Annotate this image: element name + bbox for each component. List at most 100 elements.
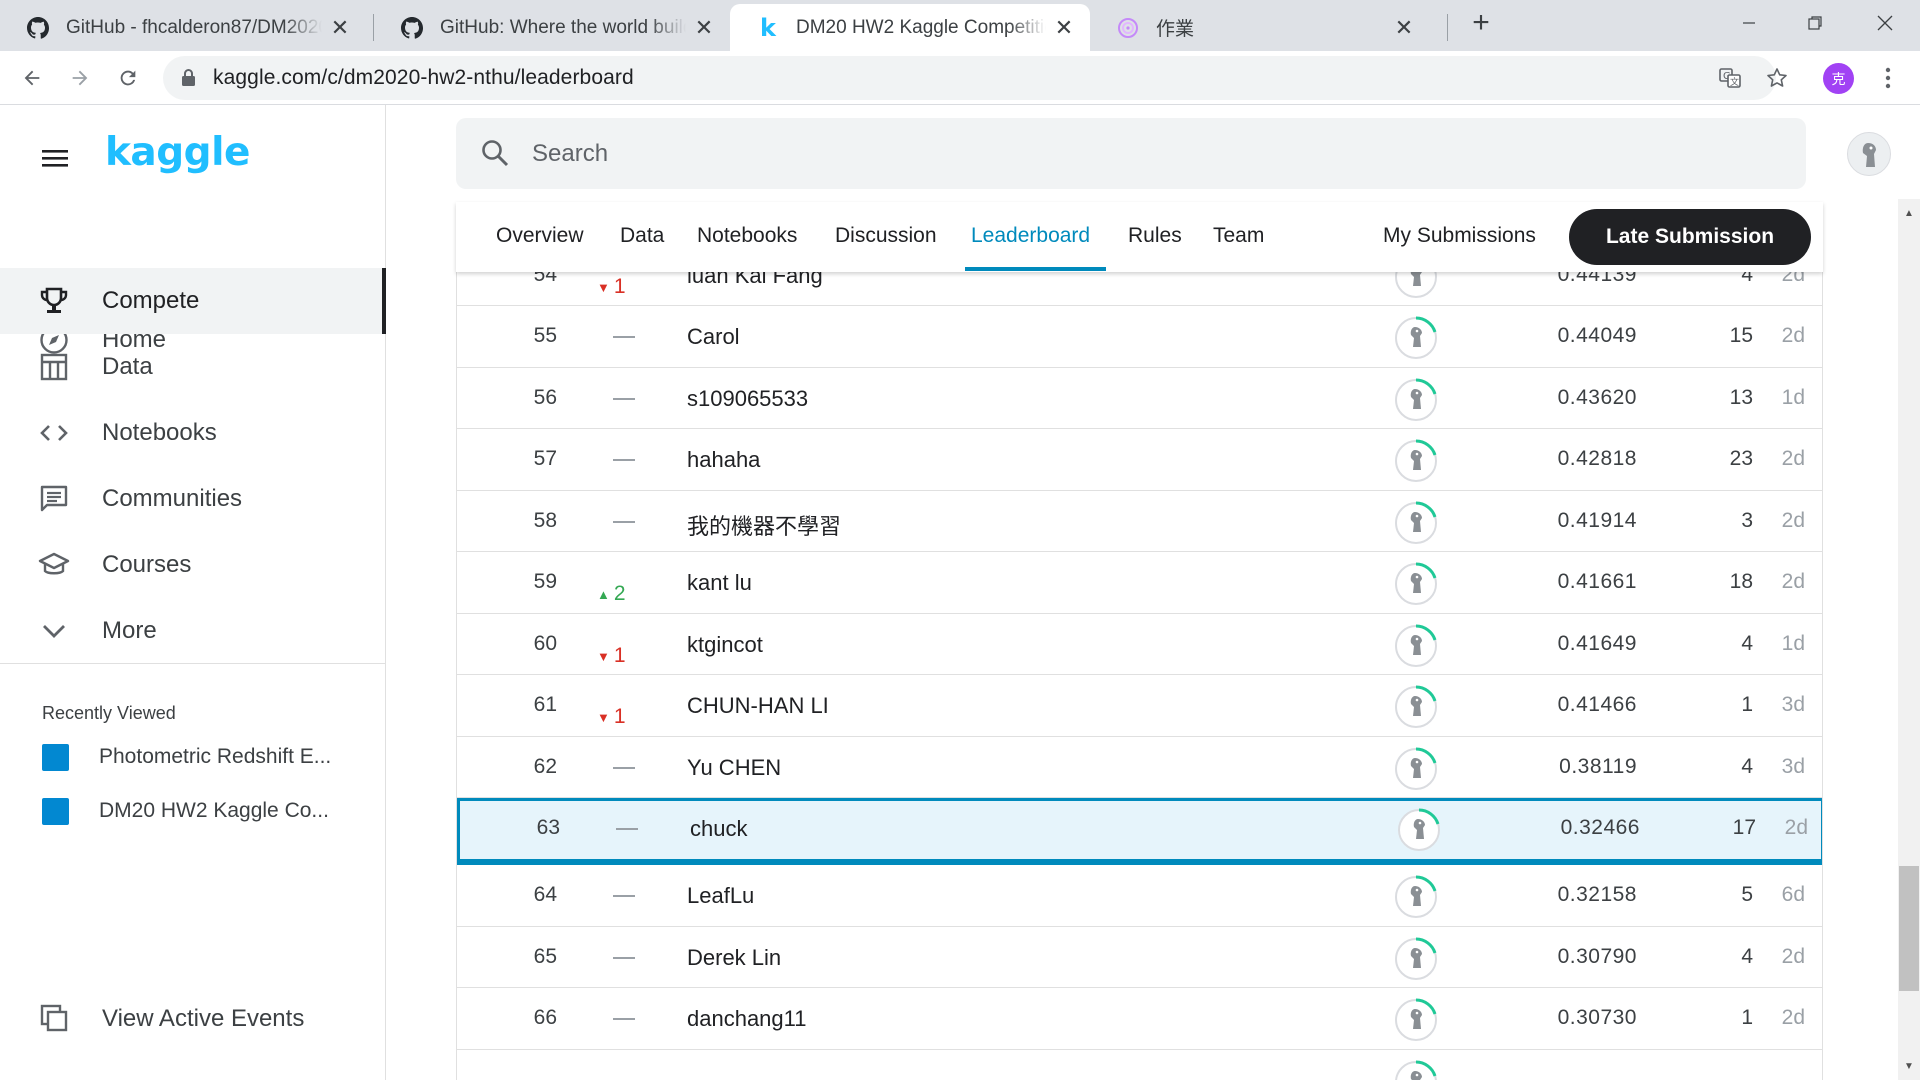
- table-row[interactable]: 61 ▼ 1 CHUN-HAN LI 0.41466 1 3d: [457, 675, 1822, 737]
- forward-arrow-icon[interactable]: [64, 62, 96, 94]
- close-icon[interactable]: ✕: [328, 15, 352, 40]
- recent-item-dm20[interactable]: DM20 HW2 Kaggle Co...: [42, 796, 329, 826]
- sidebar-item-more[interactable]: More: [0, 598, 386, 664]
- minimize-icon[interactable]: [1716, 0, 1782, 45]
- tab-notebooks[interactable]: Notebooks: [697, 224, 797, 248]
- team-member-avatar[interactable]: [1393, 272, 1439, 300]
- close-icon[interactable]: ✕: [1392, 15, 1416, 40]
- no-change-dash: [613, 521, 635, 523]
- translate-icon[interactable]: G文: [1718, 66, 1742, 95]
- tab-rules[interactable]: Rules: [1128, 224, 1182, 248]
- close-icon[interactable]: ✕: [1052, 15, 1076, 40]
- late-submission-button[interactable]: Late Submission: [1569, 209, 1811, 265]
- last-submission-cell: 1d: [1781, 386, 1805, 409]
- team-member-avatar[interactable]: [1393, 746, 1439, 792]
- browser-tab-3-active[interactable]: k DM20 HW2 Kaggle Competition ✕: [730, 4, 1090, 51]
- team-name[interactable]: LeafLu: [687, 883, 754, 909]
- restore-icon[interactable]: [1782, 0, 1848, 45]
- browser-tab-1[interactable]: GitHub - fhcalderon87/DM2020 ✕: [0, 4, 366, 51]
- team-name[interactable]: Yu CHEN: [687, 755, 781, 781]
- scrollbar-thumb[interactable]: [1899, 866, 1919, 991]
- team-name[interactable]: 我的機器不學習: [687, 509, 841, 541]
- new-tab-icon[interactable]: +: [1448, 0, 1514, 45]
- last-submission-cell: 6d: [1781, 883, 1805, 906]
- recent-item-photometric[interactable]: Photometric Redshift E...: [42, 742, 331, 772]
- entries-cell: 23: [1729, 447, 1753, 470]
- table-row[interactable]: 58 我的機器不學習 0.41914 3 2d: [457, 491, 1822, 552]
- team-member-avatar[interactable]: [1393, 684, 1439, 730]
- view-active-events-button[interactable]: View Active Events: [0, 993, 386, 1043]
- team-member-avatar[interactable]: [1393, 997, 1439, 1043]
- team-name[interactable]: CHUN-HAN LI: [687, 693, 829, 719]
- team-member-avatar[interactable]: [1393, 315, 1439, 361]
- team-name[interactable]: Derek Lin: [687, 945, 781, 971]
- tab-data[interactable]: Data: [620, 224, 664, 248]
- table-row[interactable]: 64 LeafLu 0.32158 5 6d: [457, 865, 1822, 927]
- address-bar[interactable]: kaggle.com/c/dm2020-hw2-nthu/leaderboard…: [163, 56, 1787, 100]
- team-name[interactable]: s109065533: [687, 386, 808, 412]
- last-submission-cell: 2d: [1781, 570, 1805, 593]
- team-name[interactable]: hahaha: [687, 447, 760, 473]
- browser-tab-4[interactable]: 作業 ✕: [1090, 4, 1430, 51]
- sidebar-item-communities[interactable]: Communities: [0, 466, 386, 532]
- sidebar-item-notebooks[interactable]: Notebooks: [0, 400, 386, 466]
- score-cell: 0.41914: [1557, 509, 1637, 532]
- entries-cell: 18: [1729, 570, 1753, 593]
- table-row[interactable]: 57 hahaha 0.42818 23 2d: [457, 429, 1822, 491]
- back-arrow-icon[interactable]: [16, 62, 48, 94]
- kaggle-logo[interactable]: kaggle: [105, 130, 250, 175]
- team-member-avatar[interactable]: [1393, 377, 1439, 423]
- table-row[interactable]: 59 ▲ 2 kant lu 0.41661 18 2d: [457, 552, 1822, 614]
- window-close-icon[interactable]: [1852, 0, 1918, 45]
- user-avatar[interactable]: [1847, 132, 1891, 176]
- team-name[interactable]: chuck: [690, 816, 747, 842]
- sidebar-item-compete[interactable]: Compete: [0, 268, 386, 334]
- table-row[interactable]: 55 Carol 0.44049 15 2d: [457, 306, 1822, 368]
- team-member-avatar[interactable]: [1393, 874, 1439, 920]
- team-member-avatar[interactable]: [1393, 561, 1439, 607]
- team-member-avatar[interactable]: [1393, 936, 1439, 982]
- team-name[interactable]: Carol: [687, 324, 740, 350]
- more-vert-icon[interactable]: [1872, 62, 1904, 94]
- reload-icon[interactable]: [112, 62, 144, 94]
- scroll-up-arrow[interactable]: ▲: [1898, 204, 1920, 222]
- star-bookmark-icon[interactable]: [1765, 66, 1789, 95]
- table-row[interactable]: 56 s109065533 0.43620 13 1d: [457, 368, 1822, 429]
- rank-change-cell: [597, 521, 687, 523]
- team-member-avatar[interactable]: [1393, 438, 1439, 484]
- rank-cell: 66: [533, 1006, 557, 1029]
- close-icon[interactable]: ✕: [692, 15, 716, 40]
- my-submissions-link[interactable]: My Submissions: [1383, 224, 1536, 248]
- table-row[interactable]: [457, 1050, 1822, 1080]
- team-member-avatar[interactable]: [1393, 1059, 1439, 1080]
- sidebar-item-courses[interactable]: Courses: [0, 532, 386, 598]
- tab-discussion[interactable]: Discussion: [835, 224, 937, 248]
- last-submission-cell: 3d: [1781, 755, 1805, 778]
- table-row[interactable]: 54 ▼ 1 luan Kai Fang 0.44139 4 2d: [457, 272, 1822, 306]
- scroll-down-arrow[interactable]: ▼: [1898, 1057, 1920, 1075]
- team-member-avatar[interactable]: [1393, 623, 1439, 669]
- search-icon: [480, 138, 510, 173]
- browser-tab-2[interactable]: GitHub: Where the world builds software …: [374, 4, 730, 51]
- recently-viewed-heading: Recently Viewed: [42, 703, 176, 723]
- score-cell: 0.41661: [1557, 570, 1637, 593]
- team-member-avatar[interactable]: [1393, 500, 1439, 546]
- table-row-current-user[interactable]: 63 chuck 0.32466 17 2d: [457, 798, 1822, 865]
- table-row[interactable]: 60 ▼ 1 ktgincot 0.41649 4 1d: [457, 614, 1822, 675]
- hamburger-menu-icon[interactable]: [40, 143, 70, 173]
- team-name[interactable]: luan Kai Fang: [687, 272, 823, 289]
- team-name[interactable]: ktgincot: [687, 632, 763, 658]
- table-row[interactable]: 62 Yu CHEN 0.38119 4 3d: [457, 737, 1822, 798]
- tab-team[interactable]: Team: [1213, 224, 1264, 248]
- profile-avatar[interactable]: 克: [1823, 63, 1854, 94]
- team-name[interactable]: kant lu: [687, 570, 752, 596]
- team-member-avatar[interactable]: [1396, 807, 1442, 853]
- table-row[interactable]: 65 Derek Lin 0.30790 4 2d: [457, 927, 1822, 988]
- table-icon: [38, 351, 70, 383]
- tab-overview[interactable]: Overview: [496, 224, 584, 248]
- tab-leaderboard[interactable]: Leaderboard: [971, 224, 1090, 248]
- table-row[interactable]: 66 danchang11 0.30730 1 2d: [457, 988, 1822, 1050]
- team-name[interactable]: danchang11: [687, 1006, 807, 1032]
- site-search[interactable]: Search: [456, 118, 1806, 189]
- sidebar-item-data[interactable]: Data: [0, 334, 386, 400]
